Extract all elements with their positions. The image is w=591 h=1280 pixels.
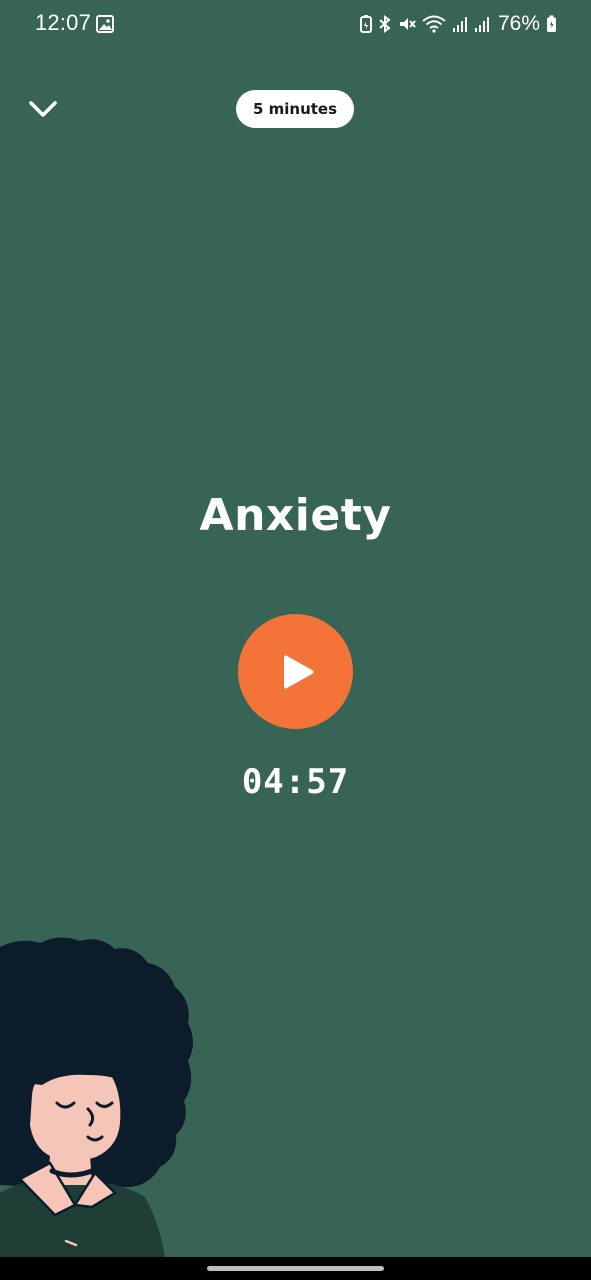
battery-saver-icon [359,15,372,33]
navigation-bar [0,1257,591,1280]
chevron-down-icon [29,101,57,117]
meditation-player-screen: 12:07 76% 5 minutes Anxiety 04:57 [0,0,591,1280]
home-indicator[interactable] [207,1266,384,1271]
signal-icon [452,17,467,32]
duration-badge[interactable]: 5 minutes [236,90,354,128]
play-button[interactable] [238,614,353,729]
signal-icon [474,17,489,32]
image-icon [96,15,114,33]
status-icons: 76% [359,10,557,38]
wifi-icon [422,15,446,33]
status-bar: 12:07 76% [0,0,591,48]
status-time: 12:07 [35,10,92,35]
meditating-person-illustration [0,937,193,1257]
bluetooth-icon [379,15,391,33]
battery-icon [547,15,556,32]
play-icon [284,655,314,689]
collapse-button[interactable] [26,93,60,127]
mute-icon [399,18,416,30]
battery-percent: 76% [497,12,540,35]
countdown-timer: 04:57 [241,762,350,802]
session-title: Anxiety [199,490,392,541]
